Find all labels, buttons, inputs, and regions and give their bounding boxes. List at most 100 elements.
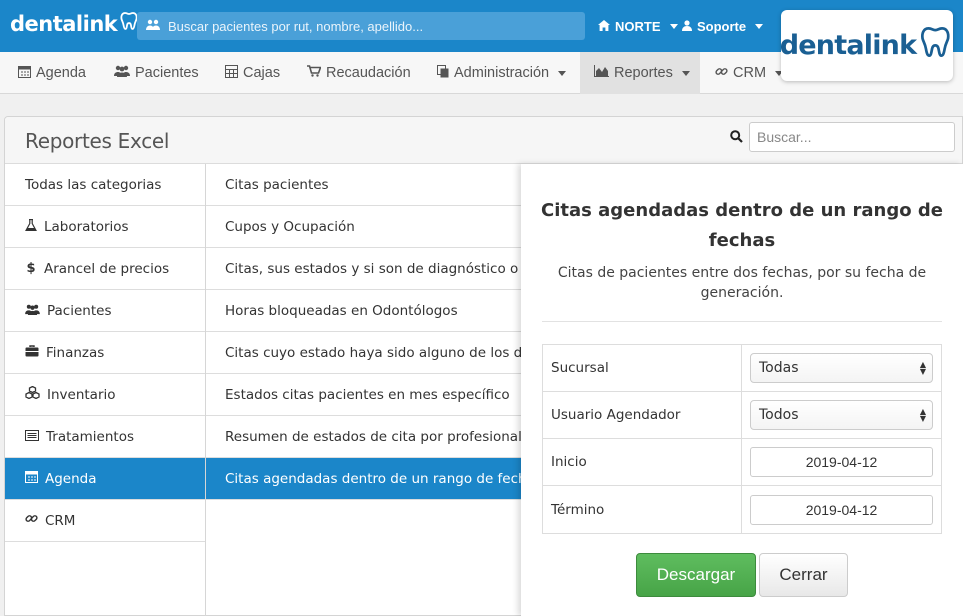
menu-administracion-label: Administración (454, 65, 550, 81)
form-title: Citas agendadas dentro de un rango de fe… (541, 200, 943, 251)
termino-label: Término (543, 486, 742, 533)
report-item[interactable]: Cupos y Ocupación (206, 206, 526, 248)
briefcase-icon (25, 344, 39, 361)
category-item[interactable]: Pacientes (5, 290, 206, 332)
category-label: Tratamientos (46, 428, 135, 445)
user-dropdown[interactable]: Soporte (682, 19, 764, 34)
calculator-icon (225, 64, 238, 82)
sucursal-label: Sucursal (543, 345, 742, 391)
user-label: Soporte (697, 19, 747, 34)
link-icon (715, 65, 728, 82)
cubes-icon (25, 385, 40, 403)
inicio-date-input[interactable] (750, 447, 933, 477)
download-button[interactable]: Descargar (636, 553, 756, 597)
logo-card: dentalink (779, 10, 954, 81)
updown-arrows-icon: ▲ ▼ (919, 360, 926, 376)
category-item[interactable]: CRM (5, 500, 206, 542)
panel-header: Reportes Excel (5, 117, 962, 164)
form-row: Inicio (543, 439, 941, 486)
chevron-down-icon (669, 24, 678, 29)
close-button[interactable]: Cerrar (759, 553, 848, 597)
dollar-icon: $ (26, 261, 36, 276)
logo-card-text: dentalink (779, 30, 917, 61)
menu-cajas-label: Cajas (243, 65, 281, 81)
category-label: Todas las categorias (25, 176, 162, 193)
calendar-icon (25, 470, 38, 487)
menu-crm[interactable]: CRM (715, 52, 784, 94)
chevron-down-icon (558, 70, 567, 76)
report-item[interactable]: Horas bloqueadas en Odontólogos (206, 290, 526, 332)
area-chart-icon (594, 65, 609, 81)
menu-recaudacion[interactable]: Recaudación (307, 52, 411, 94)
cart-icon (307, 65, 322, 81)
home-icon (598, 19, 610, 34)
search-icon (730, 130, 743, 146)
divider (542, 321, 942, 322)
form-fields: Sucursal Todas ▲ ▼ Usuario Agendador Todo… (542, 344, 942, 534)
report-form-panel: Citas agendadas dentro de un rango de fe… (521, 164, 963, 616)
category-label: Agenda (45, 470, 97, 487)
sucursal-value: Todas (759, 360, 799, 376)
form-row: Usuario Agendador Todos ▲ ▼ (543, 392, 941, 439)
brand-name: dentalink (10, 11, 118, 36)
sucursal-select[interactable]: Todas ▲ ▼ (750, 353, 933, 383)
report-item[interactable]: Citas pacientes (206, 164, 526, 206)
updown-arrows-icon: ▲ ▼ (919, 407, 926, 423)
branch-dropdown[interactable]: NORTE (598, 19, 678, 34)
category-label: Inventario (47, 386, 116, 403)
patient-search-input[interactable] (168, 18, 568, 34)
form-description: Citas de pacientes entre dos fechas, por… (557, 265, 927, 301)
flask-icon (24, 218, 38, 235)
menu-reportes-label: Reportes (614, 65, 673, 81)
menu-pacientes[interactable]: Pacientes (114, 52, 199, 94)
menu-crm-label: CRM (733, 65, 767, 81)
menu-agenda-label: Agenda (36, 65, 86, 81)
users-icon (25, 303, 40, 319)
category-label: Arancel de precios (44, 260, 170, 277)
report-item[interactable]: Estados citas pacientes en mes específic… (206, 374, 526, 416)
category-label: Laboratorios (44, 218, 129, 235)
menu-agenda[interactable]: Agenda (18, 52, 86, 94)
category-item[interactable]: Agenda (5, 458, 206, 500)
form-row: Término (543, 486, 941, 533)
chevron-down-icon (755, 24, 764, 29)
report-item[interactable]: Citas cuyo estado haya sido alguno de lo… (206, 332, 526, 374)
category-item[interactable]: $ Arancel de precios (5, 248, 206, 290)
users-icon (146, 19, 160, 34)
user-icon (682, 19, 692, 34)
report-list: Citas pacientes Cupos y Ocupación Citas,… (206, 164, 526, 500)
category-item[interactable]: Laboratorios (5, 206, 206, 248)
menu-reportes[interactable]: Reportes (580, 52, 700, 94)
usuario-select[interactable]: Todos ▲ ▼ (750, 400, 933, 430)
page-title: Reportes Excel (25, 129, 170, 153)
report-item[interactable]: Citas agendadas dentro de un rango de fe… (206, 458, 526, 500)
category-label: Finanzas (46, 344, 105, 361)
category-label: CRM (45, 512, 76, 529)
menu-pacientes-label: Pacientes (135, 65, 199, 81)
category-item[interactable]: Inventario (5, 374, 206, 416)
branch-label: NORTE (615, 19, 661, 34)
category-list: Todas las categorias Laboratorios $ Aran… (5, 164, 206, 542)
brand-logo[interactable]: dentalink (10, 11, 140, 36)
category-item[interactable]: Todas las categorias (5, 164, 206, 206)
usuario-label: Usuario Agendador (543, 392, 742, 438)
report-search-input[interactable] (749, 122, 955, 152)
menu-cajas[interactable]: Cajas (225, 52, 280, 94)
tooth-icon (920, 24, 954, 67)
users-icon (114, 65, 130, 81)
patient-search[interactable] (137, 12, 585, 40)
menu-recaudacion-label: Recaudación (326, 65, 411, 81)
usuario-value: Todos (759, 407, 799, 423)
menu-administracion[interactable]: Administración (437, 52, 567, 94)
list-icon (25, 429, 39, 445)
report-item[interactable]: Resumen de estados de cita por profesion… (206, 416, 526, 458)
report-item[interactable]: Citas, sus estados y si son de diagnósti… (206, 248, 526, 290)
termino-date-input[interactable] (750, 494, 933, 525)
category-item[interactable]: Tratamientos (5, 416, 206, 458)
copy-icon (437, 64, 449, 82)
form-row: Sucursal Todas ▲ ▼ (543, 345, 941, 392)
link-icon (25, 512, 38, 529)
calendar-icon (18, 65, 31, 82)
chevron-down-icon (681, 70, 690, 76)
category-item[interactable]: Finanzas (5, 332, 206, 374)
